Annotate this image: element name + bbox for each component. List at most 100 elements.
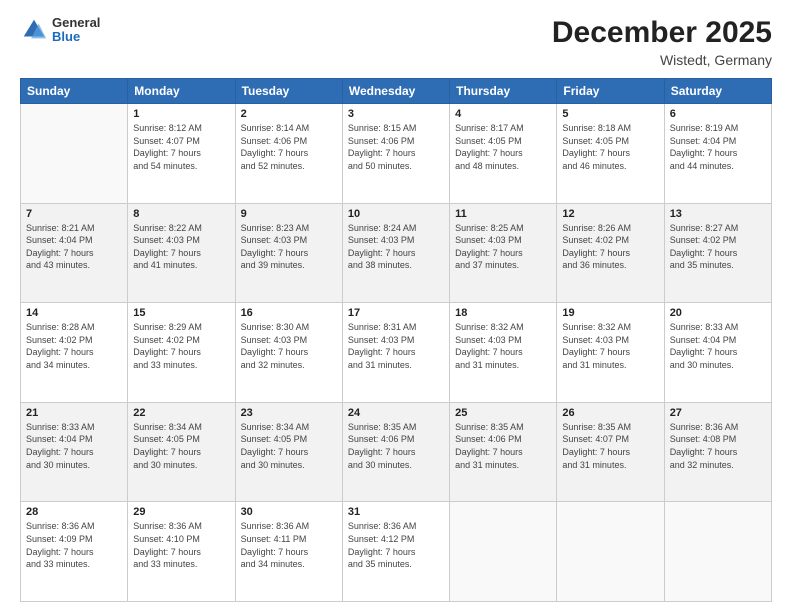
day-info: Sunrise: 8:32 AM Sunset: 4:03 PM Dayligh… [455,321,551,371]
day-number: 29 [133,506,229,518]
day-cell: 11 Sunrise: 8:25 AM Sunset: 4:03 PM Dayli… [450,203,557,303]
day-cell: 21 Sunrise: 8:33 AM Sunset: 4:04 PM Dayli… [21,402,128,502]
day-info: Sunrise: 8:30 AM Sunset: 4:03 PM Dayligh… [241,321,337,371]
day-cell: 22Sunrise: 8:34 AM Sunset: 4:05 PM Dayli… [128,402,235,502]
day-info: Sunrise: 8:34 AM Sunset: 4:05 PM Dayligh… [133,421,229,471]
logo-icon [20,16,48,44]
day-number: 12 [562,208,658,220]
day-cell: 23 Sunrise: 8:34 AM Sunset: 4:05 PM Dayli… [235,402,342,502]
day-info: Sunrise: 8:36 AM Sunset: 4:10 PM Dayligh… [133,520,229,570]
day-cell: 14 Sunrise: 8:28 AM Sunset: 4:02 PM Dayli… [21,303,128,403]
day-number: 19 [562,307,658,319]
day-info: Sunrise: 8:15 AM Sunset: 4:06 PM Dayligh… [348,122,444,172]
day-info: Sunrise: 8:33 AM Sunset: 4:04 PM Dayligh… [670,321,766,371]
day-info: Sunrise: 8:36 AM Sunset: 4:11 PM Dayligh… [241,520,337,570]
day-cell: 28 Sunrise: 8:36 AM Sunset: 4:09 PM Dayli… [21,502,128,602]
day-cell: 30 Sunrise: 8:36 AM Sunset: 4:11 PM Dayli… [235,502,342,602]
day-info: Sunrise: 8:35 AM Sunset: 4:06 PM Dayligh… [455,421,551,471]
day-cell: 8 Sunrise: 8:22 AM Sunset: 4:03 PM Daylig… [128,203,235,303]
day-info: Sunrise: 8:26 AM Sunset: 4:02 PM Dayligh… [562,222,658,272]
day-info: Sunrise: 8:24 AM Sunset: 4:03 PM Dayligh… [348,222,444,272]
col-sunday: Sunday [21,79,128,104]
week-row-4: 21 Sunrise: 8:33 AM Sunset: 4:04 PM Dayli… [21,402,772,502]
location-subtitle: Wistedt, Germany [552,52,772,68]
month-title: December 2025 [552,16,772,50]
logo: General Blue [20,16,100,45]
day-cell: 3 Sunrise: 8:15 AM Sunset: 4:06 PM Daylig… [342,104,449,204]
day-number: 21 [26,407,122,419]
day-number: 7 [26,208,122,220]
week-row-5: 28 Sunrise: 8:36 AM Sunset: 4:09 PM Dayli… [21,502,772,602]
day-info: Sunrise: 8:29 AM Sunset: 4:02 PM Dayligh… [133,321,229,371]
day-info: Sunrise: 8:23 AM Sunset: 4:03 PM Dayligh… [241,222,337,272]
day-cell: 4Sunrise: 8:17 AM Sunset: 4:05 PM Daylig… [450,104,557,204]
page: General Blue December 2025 Wistedt, Germ… [0,0,792,612]
day-info: Sunrise: 8:35 AM Sunset: 4:06 PM Dayligh… [348,421,444,471]
day-cell: 2Sunrise: 8:14 AM Sunset: 4:06 PM Daylig… [235,104,342,204]
week-row-2: 7Sunrise: 8:21 AM Sunset: 4:04 PM Daylig… [21,203,772,303]
day-number: 15 [133,307,229,319]
day-cell: 12 Sunrise: 8:26 AM Sunset: 4:02 PM Dayli… [557,203,664,303]
day-number: 27 [670,407,766,419]
day-info: Sunrise: 8:36 AM Sunset: 4:12 PM Dayligh… [348,520,444,570]
logo-blue-text: Blue [52,30,100,44]
logo-text: General Blue [52,16,100,45]
day-number: 1 [133,108,229,120]
day-number: 16 [241,307,337,319]
day-cell [557,502,664,602]
day-info: Sunrise: 8:31 AM Sunset: 4:03 PM Dayligh… [348,321,444,371]
day-info: Sunrise: 8:34 AM Sunset: 4:05 PM Dayligh… [241,421,337,471]
day-number: 18 [455,307,551,319]
day-number: 14 [26,307,122,319]
col-tuesday: Tuesday [235,79,342,104]
day-cell: 7Sunrise: 8:21 AM Sunset: 4:04 PM Daylig… [21,203,128,303]
col-friday: Friday [557,79,664,104]
col-thursday: Thursday [450,79,557,104]
col-wednesday: Wednesday [342,79,449,104]
day-cell: 24Sunrise: 8:35 AM Sunset: 4:06 PM Dayli… [342,402,449,502]
col-monday: Monday [128,79,235,104]
day-info: Sunrise: 8:19 AM Sunset: 4:04 PM Dayligh… [670,122,766,172]
day-number: 25 [455,407,551,419]
day-number: 17 [348,307,444,319]
day-number: 11 [455,208,551,220]
col-saturday: Saturday [664,79,771,104]
day-info: Sunrise: 8:35 AM Sunset: 4:07 PM Dayligh… [562,421,658,471]
day-info: Sunrise: 8:18 AM Sunset: 4:05 PM Dayligh… [562,122,658,172]
day-number: 13 [670,208,766,220]
day-cell: 31Sunrise: 8:36 AM Sunset: 4:12 PM Dayli… [342,502,449,602]
logo-general-text: General [52,16,100,30]
week-row-1: 1Sunrise: 8:12 AM Sunset: 4:07 PM Daylig… [21,104,772,204]
day-info: Sunrise: 8:25 AM Sunset: 4:03 PM Dayligh… [455,222,551,272]
day-info: Sunrise: 8:33 AM Sunset: 4:04 PM Dayligh… [26,421,122,471]
day-cell: 9 Sunrise: 8:23 AM Sunset: 4:03 PM Daylig… [235,203,342,303]
day-number: 30 [241,506,337,518]
day-number: 2 [241,108,337,120]
day-number: 5 [562,108,658,120]
day-number: 23 [241,407,337,419]
day-info: Sunrise: 8:36 AM Sunset: 4:08 PM Dayligh… [670,421,766,471]
calendar-table: Sunday Monday Tuesday Wednesday Thursday… [20,78,772,602]
title-block: December 2025 Wistedt, Germany [552,16,772,68]
day-cell: 26Sunrise: 8:35 AM Sunset: 4:07 PM Dayli… [557,402,664,502]
day-number: 3 [348,108,444,120]
day-number: 28 [26,506,122,518]
day-cell [664,502,771,602]
day-number: 4 [455,108,551,120]
week-row-3: 14 Sunrise: 8:28 AM Sunset: 4:02 PM Dayli… [21,303,772,403]
day-cell: 27 Sunrise: 8:36 AM Sunset: 4:08 PM Dayli… [664,402,771,502]
day-info: Sunrise: 8:28 AM Sunset: 4:02 PM Dayligh… [26,321,122,371]
day-cell: 19Sunrise: 8:32 AM Sunset: 4:03 PM Dayli… [557,303,664,403]
day-number: 20 [670,307,766,319]
day-cell: 5 Sunrise: 8:18 AM Sunset: 4:05 PM Daylig… [557,104,664,204]
header: General Blue December 2025 Wistedt, Germ… [20,16,772,68]
day-number: 10 [348,208,444,220]
day-number: 6 [670,108,766,120]
day-number: 8 [133,208,229,220]
day-info: Sunrise: 8:22 AM Sunset: 4:03 PM Dayligh… [133,222,229,272]
day-number: 9 [241,208,337,220]
day-info: Sunrise: 8:36 AM Sunset: 4:09 PM Dayligh… [26,520,122,570]
day-info: Sunrise: 8:27 AM Sunset: 4:02 PM Dayligh… [670,222,766,272]
day-cell: 10 Sunrise: 8:24 AM Sunset: 4:03 PM Dayli… [342,203,449,303]
day-cell: 25 Sunrise: 8:35 AM Sunset: 4:06 PM Dayli… [450,402,557,502]
